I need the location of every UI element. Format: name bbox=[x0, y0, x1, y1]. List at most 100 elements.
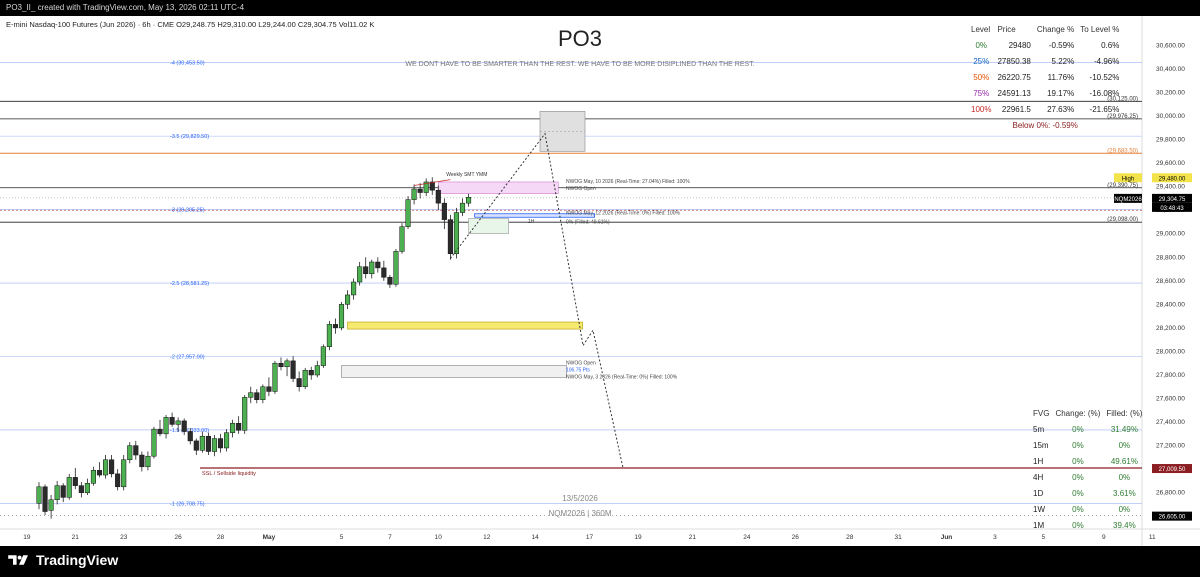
candle-down bbox=[447, 219, 453, 255]
candle-up bbox=[48, 499, 54, 511]
table-header-cell: Filled: (%) bbox=[1106, 408, 1143, 418]
nwog-may3-zone bbox=[341, 365, 567, 378]
below-zero-label: Below 0%: -0.59% bbox=[1012, 120, 1078, 130]
candle-up bbox=[393, 251, 399, 285]
axis-note-label: (29,683.50) bbox=[1107, 148, 1138, 154]
table-row: 75% 24591.13 19.17% -16.08% bbox=[968, 85, 1122, 101]
candle-down bbox=[169, 417, 175, 425]
x-tick-label: May bbox=[263, 534, 276, 541]
table-cell: 24591.13 bbox=[997, 88, 1031, 98]
table-cell: -16.08% bbox=[1089, 88, 1120, 98]
x-tick-label: 26 bbox=[175, 534, 183, 541]
x-tick-label: 26 bbox=[792, 534, 800, 541]
candle-up bbox=[199, 435, 205, 451]
table-row: 1M 0% 39.4% bbox=[1030, 517, 1145, 533]
candle-down bbox=[109, 459, 115, 475]
tradingview-logo-icon bbox=[8, 555, 28, 565]
candle-down bbox=[42, 486, 48, 512]
table-cell: 27850.38 bbox=[997, 56, 1031, 66]
y-tick-label: 27,800.00 bbox=[1156, 372, 1185, 379]
candle-up bbox=[302, 370, 308, 388]
price-label: 27,009.50 bbox=[1159, 467, 1186, 473]
x-tick-label: 21 bbox=[72, 534, 80, 541]
watermark-symbol: NQM2026 | 360M bbox=[549, 509, 612, 518]
table-header-cell: To Level % bbox=[1080, 24, 1120, 34]
y-tick-label: 29,000.00 bbox=[1156, 231, 1185, 238]
x-tick-label: 31 bbox=[894, 534, 902, 541]
candle-up bbox=[230, 422, 236, 433]
table-cell: 0% bbox=[975, 40, 988, 50]
y-tick-label: 27,200.00 bbox=[1156, 443, 1185, 450]
x-tick-label: Jun bbox=[941, 534, 953, 541]
candle-down bbox=[429, 181, 435, 191]
candle-down bbox=[139, 454, 145, 468]
x-tick-label: 21 bbox=[689, 534, 697, 541]
candle-down bbox=[266, 386, 272, 392]
x-tick-label: 11 bbox=[1149, 534, 1156, 541]
candle-up bbox=[242, 397, 248, 431]
window-title: PO3_II_ created with TradingView.com, Ma… bbox=[6, 3, 245, 12]
brand-footer: TradingView bbox=[8, 552, 118, 568]
x-tick-label: 9 bbox=[1102, 534, 1106, 541]
candle-down bbox=[157, 428, 163, 435]
candle-down bbox=[290, 360, 296, 379]
table-cell: 0% bbox=[1072, 456, 1084, 466]
x-tick-label: 10 bbox=[435, 534, 443, 541]
y-tick-label: 28,600.00 bbox=[1156, 278, 1185, 285]
table-cell: 0% bbox=[1072, 472, 1084, 482]
y-tick-label: 28,200.00 bbox=[1156, 325, 1185, 332]
table-cell: 0% bbox=[1072, 504, 1084, 514]
y-tick-label: 30,000.00 bbox=[1156, 113, 1185, 120]
nwog-may10-label: NWOG May, 10 2026 (Real-Time: 27.04%) Fi… bbox=[566, 179, 690, 185]
candle-down bbox=[181, 420, 187, 432]
symbol-ohlc-legend: E-mini Nasdaq-100 Futures (Jun 2026) · 6… bbox=[6, 20, 375, 29]
table-row: 50% 26220.75 11.76% -10.52% bbox=[968, 69, 1122, 85]
table-cell: 19.17% bbox=[1047, 88, 1075, 98]
table-cell: 0% bbox=[1118, 504, 1131, 514]
fib-level-label: -4 (30,453.50) bbox=[170, 61, 205, 67]
price-label: 29,304.75 bbox=[1159, 197, 1186, 203]
table-cell: 22961.5 bbox=[1001, 104, 1031, 114]
table-cell: 4H bbox=[1033, 472, 1044, 482]
x-tick-label: 19 bbox=[23, 534, 31, 541]
candle-up bbox=[320, 346, 326, 366]
table-cell: 39.4% bbox=[1113, 520, 1136, 530]
candle-down bbox=[236, 422, 242, 431]
candle-up bbox=[36, 486, 42, 504]
x-tick-label: 14 bbox=[531, 534, 539, 541]
y-tick-label: 27,600.00 bbox=[1156, 396, 1185, 403]
table-cell: 3.61% bbox=[1113, 488, 1136, 498]
table-header-cell: Price bbox=[997, 24, 1016, 34]
price-label: NQM2026 bbox=[1114, 197, 1142, 203]
table-cell: 1H bbox=[1033, 456, 1044, 466]
y-tick-label: 28,800.00 bbox=[1156, 254, 1185, 261]
fvg-1h-fill-label: 0% (Filled: 49.61%) bbox=[566, 220, 610, 226]
table-cell: 0% bbox=[1072, 440, 1084, 450]
candle-up bbox=[272, 362, 278, 392]
candle-down bbox=[375, 261, 381, 269]
x-tick-label: 5 bbox=[340, 534, 344, 541]
fib-level-label: -2.5 (28,581.25) bbox=[170, 281, 209, 287]
table-cell: 15m bbox=[1033, 440, 1049, 450]
weekly-smt-label: Weekly SMT YMM bbox=[446, 172, 487, 178]
y-tick-label: 29,600.00 bbox=[1156, 160, 1185, 167]
x-tick-label: 3 bbox=[993, 534, 997, 541]
candle-up bbox=[314, 365, 320, 376]
candle-up bbox=[66, 477, 72, 498]
table-cell: 100% bbox=[971, 104, 992, 114]
candle-up bbox=[84, 483, 90, 493]
candle-up bbox=[405, 199, 411, 227]
table-row: 1H 0% 49.61% bbox=[1030, 453, 1145, 469]
chart-frame[interactable]: 26,800.0027,000.0027,200.0027,400.0027,6… bbox=[0, 16, 1200, 546]
candle-up bbox=[211, 438, 217, 452]
nwog-points-label: 106.75 Pts bbox=[566, 367, 590, 373]
candle-down bbox=[133, 445, 139, 456]
table-cell: 31.49% bbox=[1110, 424, 1138, 434]
y-tick-label: 29,400.00 bbox=[1156, 184, 1185, 191]
candle-down bbox=[217, 438, 224, 449]
table-header-cell: Change: (%) bbox=[1055, 408, 1101, 418]
candle-up bbox=[351, 281, 357, 296]
fib-level-label: -3.5 (29,829.50) bbox=[170, 134, 209, 140]
table-header-cell: Change % bbox=[1036, 24, 1075, 34]
candle-down bbox=[381, 267, 387, 278]
